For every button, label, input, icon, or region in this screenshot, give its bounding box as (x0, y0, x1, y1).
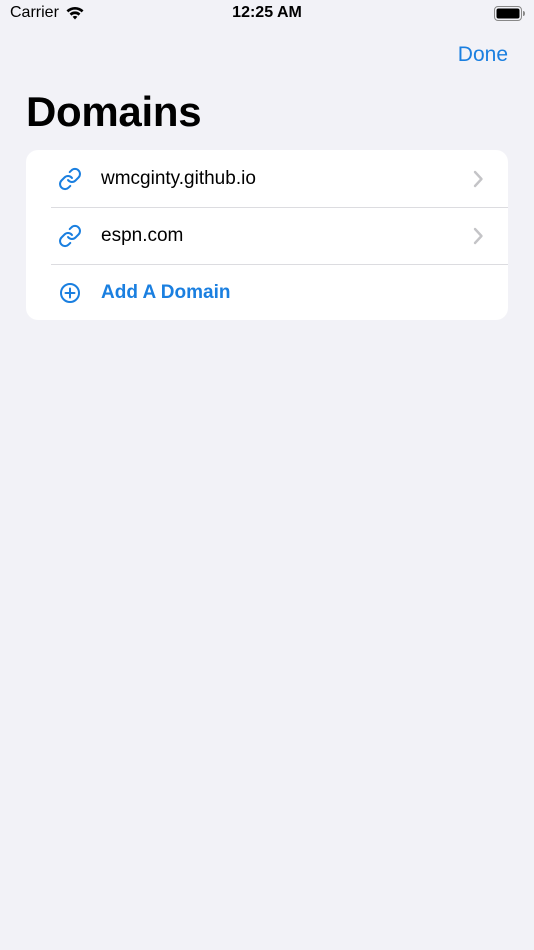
page-title: Domains (26, 88, 202, 135)
link-icon (58, 167, 82, 191)
done-button[interactable]: Done (458, 43, 508, 67)
domain-row[interactable]: espn.com (26, 207, 508, 264)
domains-list: wmcginty.github.io espn.com Add A Domain (26, 150, 508, 320)
plus-circle-icon (58, 281, 82, 305)
status-bar: Carrier 12:25 AM (0, 0, 534, 28)
domain-row[interactable]: wmcginty.github.io (26, 150, 508, 207)
add-domain-button[interactable]: Add A Domain (26, 264, 508, 320)
link-icon (58, 224, 82, 248)
chevron-right-icon (472, 227, 484, 245)
battery-icon (494, 6, 526, 21)
chevron-right-icon (472, 170, 484, 188)
domain-label: espn.com (101, 224, 184, 246)
status-time: 12:25 AM (232, 4, 302, 21)
add-domain-label: Add A Domain (101, 281, 231, 303)
navigation-bar: Done (0, 40, 534, 72)
domain-label: wmcginty.github.io (101, 167, 256, 189)
